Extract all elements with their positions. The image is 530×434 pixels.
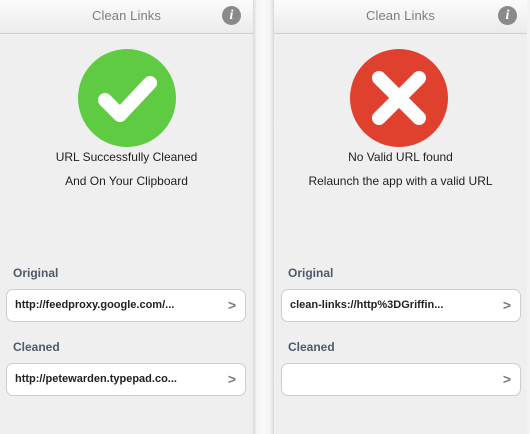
chevron-right-icon: > <box>502 297 511 313</box>
navigation-bar: Clean Links i <box>274 0 527 34</box>
cleaned-url-cell[interactable]: http://petewarden.typepad.co... > <box>6 363 246 396</box>
cleaned-url-value: http://petewarden.typepad.co... <box>15 373 177 385</box>
cleaned-url-cell[interactable]: > <box>281 363 521 396</box>
original-label: Original <box>288 266 334 280</box>
chevron-right-icon: > <box>227 297 236 313</box>
error-screen: Clean Links i No Valid URL found Relaunc… <box>274 0 527 434</box>
original-url-value: clean-links://http%3DGriffin... <box>290 299 444 311</box>
x-icon <box>350 49 448 147</box>
success-screen: Clean Links i URL Successfully Cleaned A… <box>0 0 253 434</box>
nav-title: Clean Links <box>365 8 436 23</box>
chevron-right-icon: > <box>227 371 236 387</box>
original-url-cell[interactable]: http://feedproxy.google.com/... > <box>6 289 246 322</box>
original-url-value: http://feedproxy.google.com/... <box>15 299 175 311</box>
chevron-right-icon: > <box>502 371 511 387</box>
status-message-line-1: URL Successfully Cleaned <box>55 150 198 164</box>
cleaned-label: Cleaned <box>13 340 60 354</box>
original-label: Original <box>13 266 59 280</box>
nav-title: Clean Links <box>91 8 162 23</box>
info-icon[interactable]: i <box>498 6 517 25</box>
status-message-line-2: Relaunch the app with a valid URL <box>308 174 493 188</box>
original-url-cell[interactable]: clean-links://http%3DGriffin... > <box>281 289 521 322</box>
screen-divider <box>253 0 274 434</box>
checkmark-icon <box>78 49 176 147</box>
status-message-line-2: And On Your Clipboard <box>65 174 188 188</box>
cleaned-label: Cleaned <box>288 340 335 354</box>
info-icon[interactable]: i <box>222 6 241 25</box>
navigation-bar: Clean Links i <box>0 0 253 34</box>
status-message-line-1: No Valid URL found <box>348 150 453 164</box>
